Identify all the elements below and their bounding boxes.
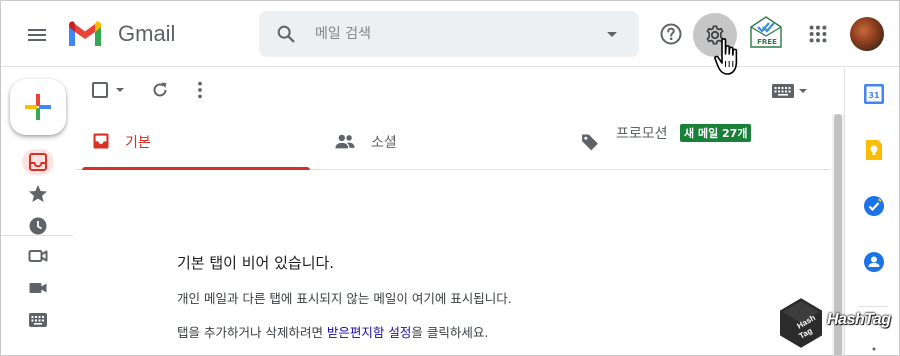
empty-state-title: 기본 탭이 비어 있습니다. — [177, 254, 335, 272]
gmail-logo-icon[interactable] — [67, 19, 103, 49]
top-header: Gmail 메일 검색 FREE — [1, 1, 899, 75]
select-all-checkbox[interactable] — [92, 82, 108, 98]
plus-icon — [25, 94, 51, 120]
category-tabs: 기본 소셜 프로모션 새 메일 27개 — [75, 114, 830, 170]
empty-state-hint: 탭을 추가하거나 삭제하려면 받은편지함 설정을 클릭하세요. — [177, 322, 488, 341]
hashtag-watermark: Hash Tag HashTag — [773, 293, 899, 351]
keep-icon[interactable] — [863, 139, 885, 161]
calendar-icon[interactable]: 31 — [863, 83, 885, 105]
hashtag-logo-icon: Hash Tag — [778, 295, 824, 351]
hint-text-after: 을 클릭하세요. — [411, 325, 489, 340]
tab-social-label: 소셜 — [371, 135, 397, 151]
watermark-text: HashTag — [827, 311, 891, 328]
inbox-icon[interactable] — [26, 150, 50, 174]
new-mail-count-badge: 새 메일 27개 — [680, 124, 752, 142]
tasks-icon[interactable] — [863, 195, 885, 217]
help-icon[interactable] — [659, 22, 683, 46]
inbox-icon — [93, 133, 109, 149]
account-avatar[interactable] — [850, 17, 884, 51]
search-icon[interactable] — [275, 23, 297, 45]
active-tab-indicator — [82, 167, 310, 170]
gmail-window: Gmail 메일 검색 FREE 기본 소셜 프로모션 새 메일 27개 기본 … — [0, 0, 900, 356]
extension-free-label: FREE — [757, 38, 777, 46]
more-vertical-icon[interactable] — [189, 79, 211, 101]
tab-promotions-label: 프로모션 — [616, 126, 668, 142]
search-input[interactable] — [315, 23, 595, 45]
input-tools-caret-icon[interactable] — [799, 89, 807, 93]
search-bar[interactable] — [259, 11, 639, 57]
apps-grid-icon[interactable] — [807, 23, 829, 45]
hint-text-before: 탭을 추가하거나 삭제하려면 — [177, 325, 327, 340]
search-options-caret-icon[interactable] — [607, 32, 617, 37]
app-name[interactable]: Gmail — [118, 21, 175, 47]
keyboard-rail-icon[interactable] — [26, 308, 50, 332]
compose-button[interactable] — [10, 79, 66, 135]
contacts-icon[interactable] — [863, 251, 885, 273]
star-icon[interactable] — [26, 182, 50, 206]
tab-social[interactable]: 소셜 — [325, 114, 565, 170]
meet-camera-icon[interactable] — [26, 276, 50, 300]
tag-icon — [582, 134, 598, 151]
tab-primary-label: 기본 — [125, 135, 151, 151]
people-icon — [335, 134, 355, 149]
inbox-settings-link[interactable]: 받은편지함 설정 — [327, 325, 411, 340]
empty-state-description: 개인 메일과 다른 탭에 표시되지 않는 메일이 여기에 표시됩니다. — [177, 291, 512, 306]
input-tools-keyboard-icon[interactable] — [772, 83, 794, 99]
tab-promotions[interactable]: 프로모션 새 메일 27개 — [575, 114, 830, 170]
message-toolbar — [75, 68, 830, 114]
rail-divider — [1, 235, 73, 236]
tab-primary[interactable]: 기본 — [75, 114, 310, 170]
select-options-caret-icon[interactable] — [116, 88, 124, 92]
svg-text:31: 31 — [868, 91, 880, 100]
menu-icon[interactable] — [25, 23, 49, 47]
refresh-icon[interactable] — [149, 79, 171, 101]
meet-video-icon[interactable] — [26, 244, 50, 268]
